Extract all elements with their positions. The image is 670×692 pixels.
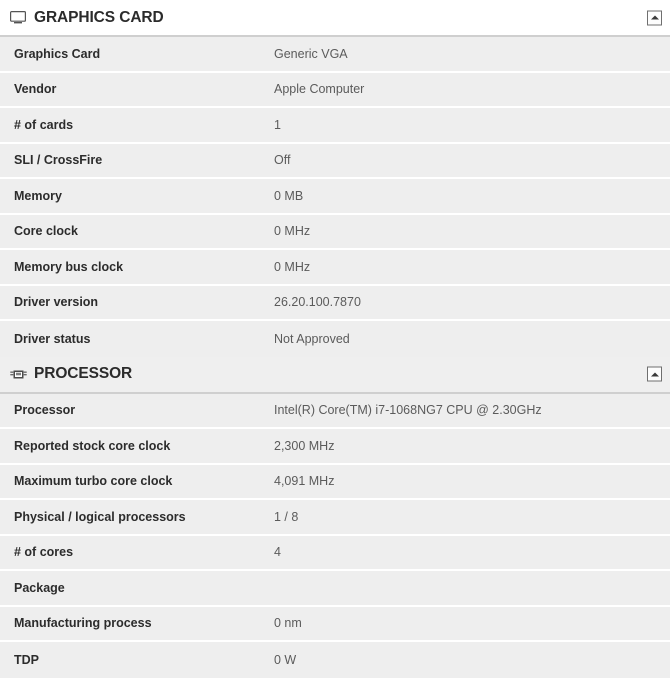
table-row: Reported stock core clock 2,300 MHz	[0, 429, 670, 465]
table-row: Physical / logical processors 1 / 8	[0, 500, 670, 536]
row-value: 2,300 MHz	[274, 438, 335, 453]
chevron-up-icon	[650, 372, 659, 376]
row-label: Vendor	[14, 82, 57, 97]
row-value: Not Approved	[274, 331, 350, 346]
table-row: Core clock 0 MHz	[0, 214, 670, 250]
table-row: SLI / CrossFire Off	[0, 143, 670, 179]
row-value: 0 W	[274, 652, 297, 667]
monitor-icon	[9, 9, 27, 27]
row-value: 0 nm	[274, 616, 302, 631]
row-value: Apple Computer	[274, 82, 365, 97]
row-label: Memory bus clock	[14, 259, 124, 274]
row-label: Maximum turbo core clock	[14, 474, 173, 489]
section-rows-graphics-card: Graphics Card Generic VGA Vendor Apple C…	[0, 37, 670, 357]
table-row: # of cores 4	[0, 535, 670, 571]
chevron-up-icon	[650, 15, 659, 20]
section-title: PROCESSOR	[34, 365, 133, 382]
section-header-processor[interactable]: PROCESSOR	[0, 356, 670, 394]
row-label: Driver version	[14, 295, 99, 310]
table-row: Maximum turbo core clock 4,091 MHz	[0, 464, 670, 500]
system-info-panel: GRAPHICS CARD Graphics Card Generic VGA …	[0, 0, 670, 678]
row-value: Intel(R) Core(TM) i7-1068NG7 CPU @ 2.30G…	[274, 403, 542, 418]
row-value: 4	[274, 545, 281, 560]
row-label: SLI / CrossFire	[14, 153, 103, 168]
table-row: Driver status Not Approved	[0, 321, 670, 357]
section-rows-processor: Processor Intel(R) Core(TM) i7-1068NG7 C…	[0, 393, 670, 678]
row-value: 4,091 MHz	[274, 474, 335, 489]
table-row: Memory 0 MB	[0, 179, 670, 215]
table-row: Package	[0, 571, 670, 607]
section-header-graphics-card[interactable]: GRAPHICS CARD	[0, 0, 670, 37]
row-value: 26.20.100.7870	[274, 295, 361, 310]
row-label: # of cards	[14, 117, 74, 132]
row-label: Manufacturing process	[14, 616, 152, 631]
table-row: TDP 0 W	[0, 642, 670, 678]
row-label: # of cores	[14, 545, 74, 560]
table-row: Processor Intel(R) Core(TM) i7-1068NG7 C…	[0, 393, 670, 429]
table-row: Memory bus clock 0 MHz	[0, 250, 670, 286]
table-row: Driver version 26.20.100.7870	[0, 285, 670, 321]
row-label: Processor	[14, 403, 76, 418]
row-label: Core clock	[14, 224, 78, 239]
row-label: Physical / logical processors	[14, 509, 186, 524]
table-row: Manufacturing process 0 nm	[0, 606, 670, 642]
section-title: GRAPHICS CARD	[34, 8, 164, 26]
table-row: Vendor Apple Computer	[0, 72, 670, 108]
row-label: Package	[14, 580, 65, 595]
row-value: 1 / 8	[274, 509, 299, 524]
row-label: Reported stock core clock	[14, 438, 171, 453]
row-value: Generic VGA	[274, 46, 348, 61]
row-value: Off	[274, 153, 291, 168]
table-row: Graphics Card Generic VGA	[0, 37, 670, 73]
collapse-button-graphics-card[interactable]	[647, 10, 662, 25]
row-label: Memory	[14, 188, 62, 203]
table-row: # of cards 1	[0, 108, 670, 144]
row-value: 1	[274, 117, 281, 132]
collapse-button-processor[interactable]	[647, 366, 662, 382]
row-label: TDP	[14, 652, 39, 667]
row-value: 0 MHz	[274, 224, 311, 239]
row-value: 0 MB	[274, 188, 304, 203]
cpu-chip-icon	[9, 365, 27, 383]
row-value: 0 MHz	[274, 259, 311, 274]
row-label: Graphics Card	[14, 46, 101, 61]
row-label: Driver status	[14, 331, 91, 346]
